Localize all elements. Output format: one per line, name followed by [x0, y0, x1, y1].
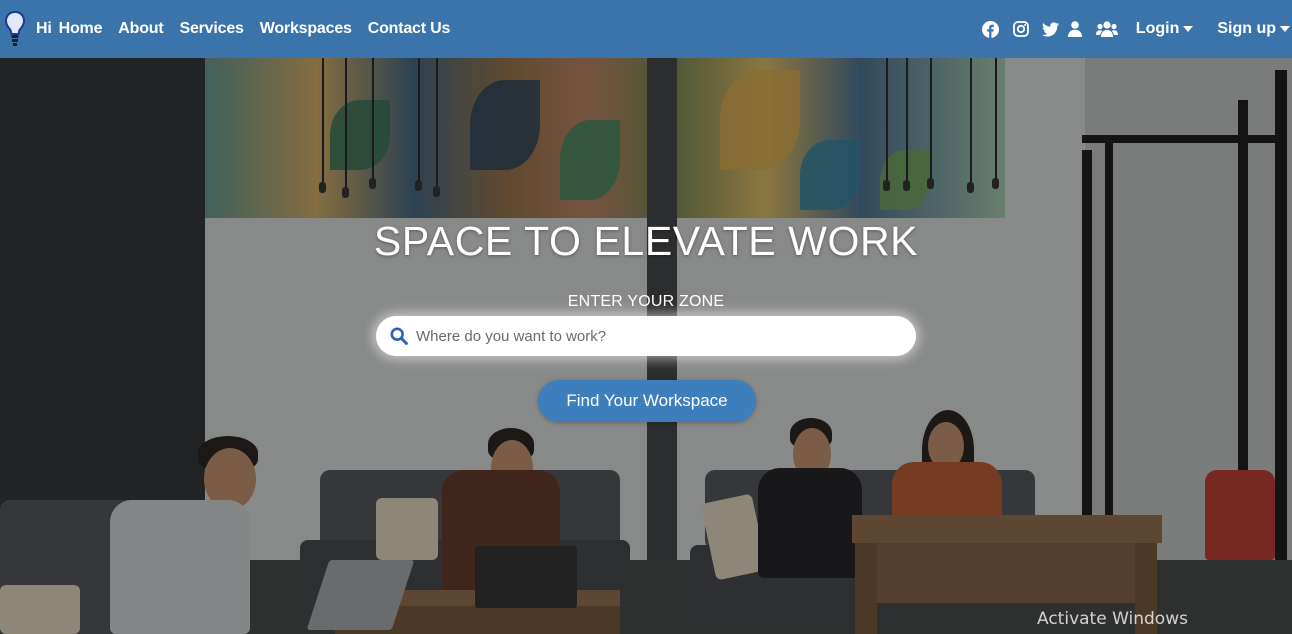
facebook-icon[interactable]	[982, 20, 1000, 38]
hero-section: SPACE TO ELEVATE WORK ENTER YOUR ZONE Fi…	[0, 0, 1292, 634]
login-dropdown[interactable]: Login	[1136, 20, 1194, 38]
nav-link-about[interactable]: About	[118, 20, 163, 38]
login-label: Login	[1135, 20, 1180, 37]
users-icon[interactable]	[1095, 20, 1118, 38]
user-icon[interactable]	[1066, 20, 1084, 38]
nav-right: Login Sign up	[982, 0, 1292, 58]
chevron-down-icon	[1183, 26, 1194, 32]
activate-windows-watermark: Activate Windows	[1037, 609, 1188, 629]
nav-link-contact-us[interactable]: Contact Us	[368, 20, 451, 38]
nav-link-services[interactable]: Services	[179, 20, 243, 38]
nav-links: Hi Home About Services Workspaces Contac…	[36, 0, 466, 58]
signup-dropdown[interactable]: Sign up	[1217, 20, 1290, 38]
nav-greeting: Hi	[36, 20, 52, 37]
top-navbar: Hi Home About Services Workspaces Contac…	[0, 0, 1292, 58]
instagram-icon[interactable]	[1012, 20, 1030, 38]
twitter-icon[interactable]	[1042, 20, 1060, 38]
find-workspace-button[interactable]: Find Your Workspace	[538, 380, 756, 422]
nav-link-home[interactable]: Home	[59, 20, 103, 38]
search-icon[interactable]	[390, 327, 408, 345]
lightbulb-icon[interactable]	[4, 10, 26, 48]
search-bar	[376, 316, 916, 356]
search-input[interactable]	[414, 317, 900, 355]
nav-link-workspaces[interactable]: Workspaces	[260, 20, 352, 38]
signup-label: Sign up	[1217, 20, 1276, 37]
hero-title: SPACE TO ELEVATE WORK	[373, 218, 919, 264]
chevron-down-icon	[1280, 26, 1290, 32]
page: Hi Home About Services Workspaces Contac…	[0, 0, 1292, 634]
hero-subtitle: ENTER YOUR ZONE	[567, 293, 725, 310]
